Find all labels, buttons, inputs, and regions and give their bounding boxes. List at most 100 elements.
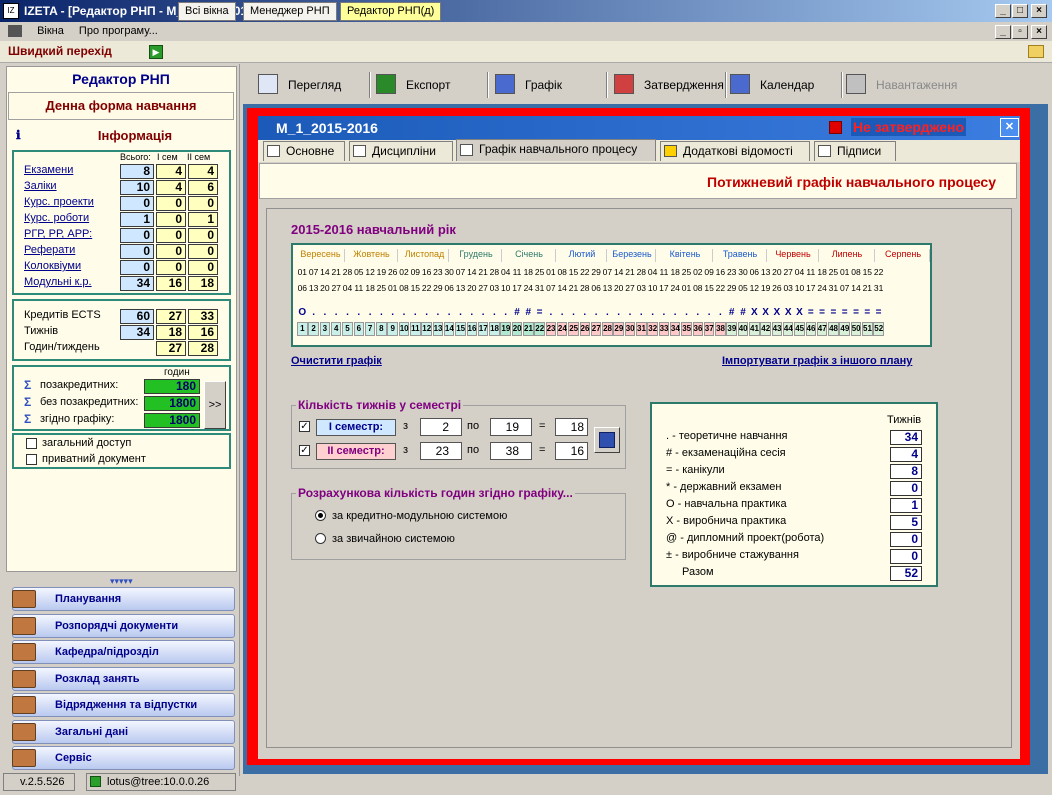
week-mark[interactable]: . xyxy=(636,307,647,318)
toolbar-calendar-button[interactable]: Календар xyxy=(760,70,814,100)
close-button[interactable]: × xyxy=(1031,4,1047,18)
week-mark[interactable]: . xyxy=(613,307,624,318)
week-mark[interactable]: . xyxy=(410,307,421,318)
week-mark[interactable]: . xyxy=(387,307,398,318)
nav-tools[interactable]: Сервіс xyxy=(12,746,235,770)
sem1-from-input[interactable]: 2 xyxy=(420,418,462,436)
week-mark[interactable]: = xyxy=(806,307,817,318)
child-close-button[interactable]: × xyxy=(1031,25,1047,39)
week-mark[interactable]: . xyxy=(580,307,591,318)
sem2-checkbox[interactable]: ✓ xyxy=(299,445,310,456)
week-mark[interactable]: . xyxy=(444,307,455,318)
week-mark[interactable]: . xyxy=(647,307,658,318)
week-mark[interactable]: . xyxy=(670,307,681,318)
tab-all-windows[interactable]: Всі вікна xyxy=(178,2,236,21)
week-mark[interactable]: . xyxy=(704,307,715,318)
week-mark[interactable]: = xyxy=(839,307,850,318)
week-mark[interactable]: = xyxy=(828,307,839,318)
week-mark[interactable]: . xyxy=(354,307,365,318)
toolbar-approval-button[interactable]: Затвердження xyxy=(644,70,724,100)
maximize-button[interactable]: □ xyxy=(1012,4,1028,18)
info-row-label[interactable]: Модульні к.р. xyxy=(24,276,92,288)
week-mark[interactable]: . xyxy=(478,307,489,318)
menu-windows[interactable]: Вікна xyxy=(37,25,64,37)
week-mark[interactable]: X xyxy=(749,307,760,318)
toolbar-export-button[interactable]: Експорт xyxy=(406,70,450,100)
tab-extra-info[interactable]: Додаткові відомості xyxy=(660,141,810,161)
week-mark[interactable]: . xyxy=(489,307,500,318)
week-mark[interactable]: . xyxy=(421,307,432,318)
week-mark[interactable]: . xyxy=(433,307,444,318)
week-mark[interactable]: . xyxy=(602,307,613,318)
week-mark[interactable]: . xyxy=(365,307,376,318)
week-mark[interactable]: X xyxy=(794,307,805,318)
week-mark[interactable]: = xyxy=(817,307,828,318)
week-mark[interactable]: # xyxy=(726,307,737,318)
week-mark[interactable]: . xyxy=(376,307,387,318)
save-button[interactable] xyxy=(594,427,620,453)
nav-calculator[interactable]: Загальні дані xyxy=(12,719,235,744)
app-icon[interactable]: IZ xyxy=(3,3,19,19)
folder-icon[interactable] xyxy=(1028,45,1044,58)
week-mark[interactable]: . xyxy=(342,307,353,318)
play-icon[interactable]: ▶ xyxy=(149,45,163,59)
week-mark[interactable]: . xyxy=(546,307,557,318)
info-row-label[interactable]: Курс. роботи xyxy=(24,212,89,224)
week-mark[interactable]: . xyxy=(591,307,602,318)
week-mark[interactable]: . xyxy=(681,307,692,318)
nav-documents[interactable]: Розпорядчі документи xyxy=(12,613,235,638)
info-row-label[interactable]: Заліки xyxy=(24,180,57,192)
week-mark[interactable]: . xyxy=(557,307,568,318)
week-mark[interactable]: . xyxy=(693,307,704,318)
toolbar-schedule-button[interactable]: Графік xyxy=(525,70,562,100)
info-row-label[interactable]: Екзамени xyxy=(24,164,73,176)
clear-schedule-link[interactable]: Очистити графік xyxy=(291,355,382,367)
week-mark[interactable]: . xyxy=(467,307,478,318)
tab-rnp-manager[interactable]: Менеджер РНП xyxy=(243,2,337,21)
child-minimize-button[interactable]: _ xyxy=(995,25,1011,39)
sem2-to-input[interactable]: 38 xyxy=(490,442,532,460)
info-row-label[interactable]: РГР, РР, АРР: xyxy=(24,228,92,240)
week-mark[interactable]: . xyxy=(331,307,342,318)
info-row-label[interactable]: Курс. проекти xyxy=(24,196,94,208)
week-mark[interactable]: . xyxy=(320,307,331,318)
tab-rnp-editor[interactable]: Редактор РНП(д) xyxy=(340,2,442,21)
info-row-label[interactable]: Колоквіуми xyxy=(24,260,81,272)
week-mark[interactable]: # xyxy=(512,307,523,318)
week-mark[interactable]: X xyxy=(760,307,771,318)
sem1-checkbox[interactable]: ✓ xyxy=(299,421,310,432)
week-mark[interactable]: . xyxy=(308,307,319,318)
menu-about[interactable]: Про програму... xyxy=(79,25,158,37)
week-mark[interactable]: . xyxy=(568,307,579,318)
week-mark[interactable]: = xyxy=(862,307,873,318)
private-doc-checkbox[interactable] xyxy=(26,454,37,465)
expand-button[interactable]: >> xyxy=(204,381,226,429)
toolbar-load-button[interactable]: Навантаження xyxy=(876,70,957,100)
doc-close-button[interactable]: ✕ xyxy=(1000,118,1019,137)
week-mark[interactable]: = xyxy=(534,307,545,318)
import-schedule-link[interactable]: Імпортувати графік з іншого плану xyxy=(722,355,912,367)
week-mark[interactable]: . xyxy=(500,307,511,318)
week-mark[interactable]: = xyxy=(873,307,884,318)
toolbar-preview-button[interactable]: Перегляд xyxy=(288,70,341,100)
minimize-button[interactable]: _ xyxy=(995,4,1011,18)
collapse-handle[interactable]: ▾▾▾▾▾ xyxy=(110,576,133,587)
tab-schedule[interactable]: Графік навчального процесу xyxy=(456,139,656,161)
week-mark[interactable]: X xyxy=(783,307,794,318)
week-mark[interactable]: . xyxy=(715,307,726,318)
week-mark[interactable]: . xyxy=(659,307,670,318)
public-access-checkbox[interactable] xyxy=(26,438,37,449)
week-mark[interactable]: . xyxy=(625,307,636,318)
week-mark[interactable]: # xyxy=(738,307,749,318)
sem1-to-input[interactable]: 19 xyxy=(490,418,532,436)
radio-credit-module[interactable] xyxy=(315,510,326,521)
radio-normal[interactable] xyxy=(315,533,326,544)
child-restore-button[interactable]: ▫ xyxy=(1012,25,1028,39)
nav-calendar[interactable]: Відрядження та відпустки xyxy=(12,693,235,717)
nav-briefcase[interactable]: Кафедра/підрозділ xyxy=(12,640,235,664)
sem2-from-input[interactable]: 23 xyxy=(420,442,462,460)
nav-cap[interactable]: Планування xyxy=(12,587,235,611)
week-mark[interactable]: X xyxy=(772,307,783,318)
week-mark[interactable]: = xyxy=(851,307,862,318)
week-mark[interactable]: # xyxy=(523,307,534,318)
